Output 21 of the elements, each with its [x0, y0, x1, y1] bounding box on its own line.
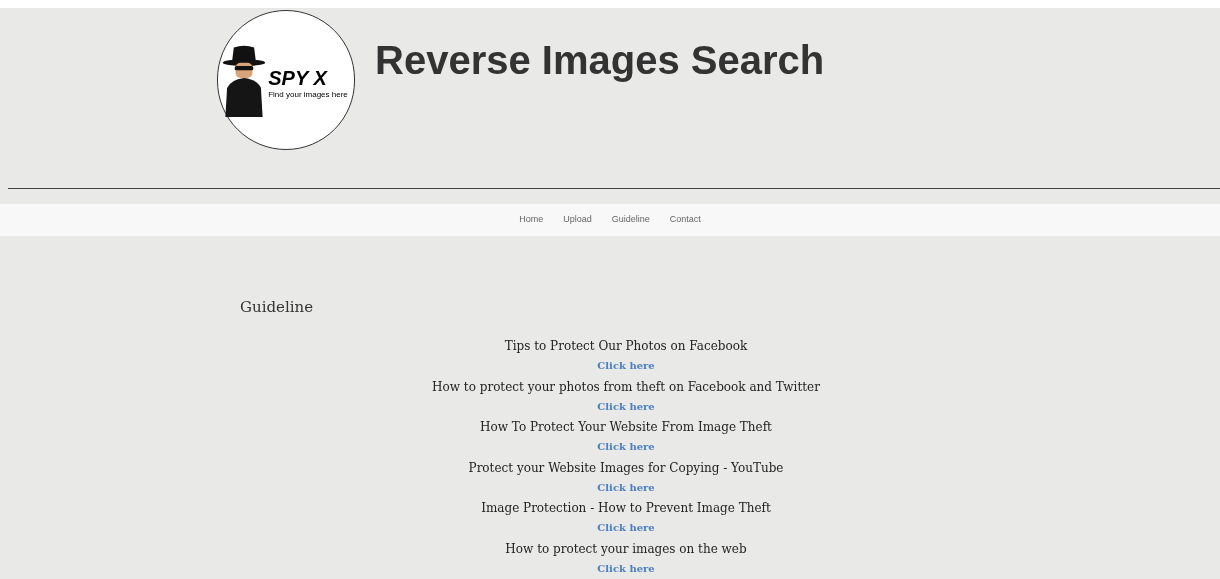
guide-link[interactable]: Click here — [597, 558, 655, 579]
guide-link[interactable]: Click here — [597, 437, 655, 457]
nav-link[interactable]: Home — [519, 213, 544, 227]
nav-link[interactable]: Upload — [563, 213, 592, 227]
page-heading: Guideline — [240, 297, 315, 319]
site-title: Reverse Images Search — [375, 40, 825, 80]
guide-title: How to protect your images on the web — [505, 540, 747, 558]
guide-title: How To Protect Your Website From Image Theft — [480, 419, 772, 436]
spy-silhouette-icon — [222, 43, 267, 117]
guide-title: Protect your Website Images for Copying - YouTube — [468, 459, 784, 477]
guide-link[interactable]: Click here — [597, 356, 655, 376]
guide-link[interactable]: Click here — [597, 396, 655, 417]
guide-title: How to protect your photos from theft on Facebook and Twitter — [432, 378, 820, 396]
logo-brand: SPY X — [268, 67, 327, 88]
guide-link[interactable]: Click here — [597, 518, 655, 538]
guide-link[interactable]: Click here — [597, 477, 655, 498]
guide-title: Tips to Protect Our Photos on Facebook — [504, 338, 748, 355]
nav-link[interactable]: Guideline — [611, 213, 650, 227]
guide-title: Image Protection - How to Prevent Image Theft — [481, 500, 771, 517]
nav-link[interactable]: Contact — [669, 213, 701, 227]
logo-tagline: Find your images here — [268, 90, 348, 99]
